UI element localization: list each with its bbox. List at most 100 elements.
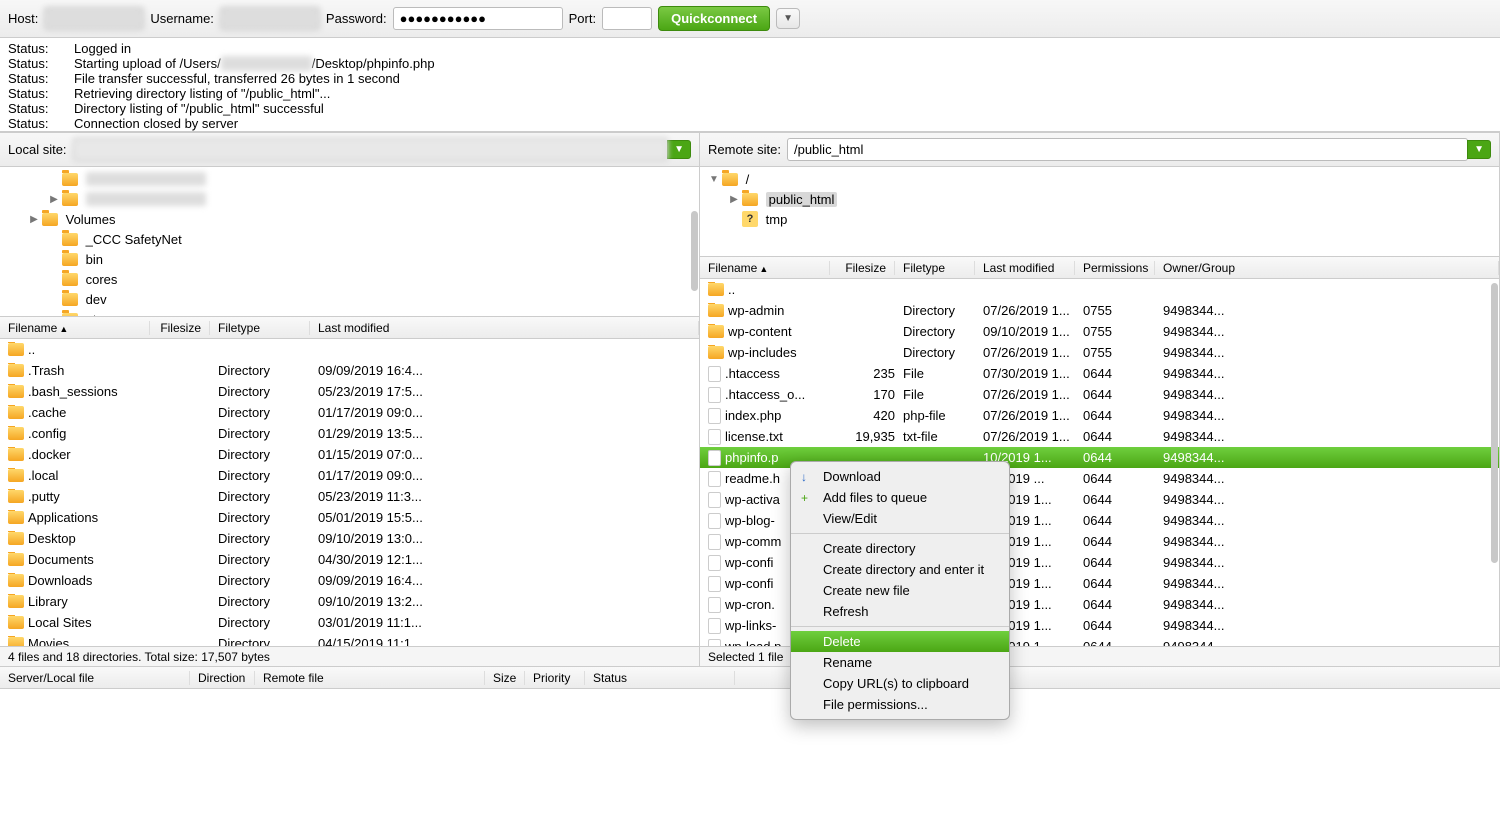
- file-owner: 9498344...: [1159, 450, 1249, 465]
- tree-item[interactable]: bin: [0, 249, 699, 269]
- file-row[interactable]: wp-contentDirectory09/10/2019 1...075594…: [700, 321, 1499, 342]
- menu-item-label: Rename: [823, 655, 872, 670]
- tree-item-label: _CCC SafetyNet: [86, 232, 182, 247]
- file-row[interactable]: index.php420php-file07/26/2019 1...06449…: [700, 405, 1499, 426]
- file-row[interactable]: DesktopDirectory09/10/2019 13:0...: [0, 528, 699, 549]
- file-row[interactable]: .TrashDirectory09/09/2019 16:4...: [0, 360, 699, 381]
- col-status[interactable]: Status: [585, 671, 735, 685]
- file-modified: 07/26/2019 1...: [979, 408, 1079, 423]
- tree-item-label: bin: [86, 252, 103, 267]
- file-row[interactable]: .dockerDirectory01/15/2019 07:0...: [0, 444, 699, 465]
- file-row[interactable]: .puttyDirectory05/23/2019 11:3...: [0, 486, 699, 507]
- log-message: Starting upload of /Users/xxxxxxxxxxxxxx…: [74, 57, 435, 72]
- disclosure-triangle[interactable]: ▶: [28, 214, 40, 225]
- context-menu-item[interactable]: Create directory and enter it: [791, 559, 1009, 580]
- col-filetype[interactable]: Filetype: [895, 261, 975, 275]
- context-menu-item[interactable]: Rename: [791, 652, 1009, 673]
- file-row[interactable]: MoviesDirectory04/15/2019 11:1...: [0, 633, 699, 646]
- tree-item[interactable]: ▼ /: [700, 169, 1499, 189]
- tree-item[interactable]: ▶: [0, 189, 699, 209]
- col-direction[interactable]: Direction: [190, 671, 255, 685]
- context-menu-item[interactable]: View/Edit: [791, 508, 1009, 529]
- file-row[interactable]: wp-adminDirectory07/26/2019 1...07559498…: [700, 300, 1499, 321]
- remote-tree[interactable]: ▼ /▶ public_html? tmp: [700, 167, 1499, 257]
- quickconnect-dropdown[interactable]: ▼: [776, 8, 800, 29]
- local-tree[interactable]: ▶ ▶ Volumes _CCC SafetyNet bin cores dev…: [0, 167, 699, 317]
- disclosure-triangle[interactable]: ▶: [48, 194, 60, 205]
- local-path-input[interactable]: [73, 138, 669, 161]
- col-filesize[interactable]: Filesize: [830, 261, 895, 275]
- col-filesize[interactable]: Filesize: [150, 321, 210, 335]
- file-row[interactable]: ..: [0, 339, 699, 360]
- message-log[interactable]: Status:Logged inStatus:Starting upload o…: [0, 38, 1500, 132]
- file-size: 420: [834, 408, 899, 423]
- disclosure-triangle[interactable]: ▶: [728, 194, 740, 205]
- file-permissions: 0755: [1079, 303, 1159, 318]
- tree-item[interactable]: [0, 169, 699, 189]
- context-menu-item[interactable]: ↓Download: [791, 466, 1009, 487]
- file-row[interactable]: ..: [700, 279, 1499, 300]
- file-row[interactable]: LibraryDirectory09/10/2019 13:2...: [0, 591, 699, 612]
- context-menu-item[interactable]: Create directory: [791, 538, 1009, 559]
- tree-item[interactable]: ? tmp: [700, 209, 1499, 229]
- file-modified: 07/26/2019 1...: [979, 429, 1079, 444]
- remote-path-dropdown[interactable]: ▼: [1467, 140, 1491, 159]
- username-input[interactable]: [220, 7, 320, 30]
- context-menu-item[interactable]: Create new file: [791, 580, 1009, 601]
- file-row[interactable]: .configDirectory01/29/2019 13:5...: [0, 423, 699, 444]
- remote-path-input[interactable]: [787, 138, 1468, 161]
- menu-item-label: Download: [823, 469, 881, 484]
- file-row[interactable]: license.txt19,935txt-file07/26/2019 1...…: [700, 426, 1499, 447]
- col-size[interactable]: Size: [485, 671, 525, 685]
- col-owner[interactable]: Owner/Group: [1155, 261, 1499, 275]
- transfer-queue[interactable]: [0, 689, 1500, 759]
- col-filetype[interactable]: Filetype: [210, 321, 310, 335]
- file-row[interactable]: DownloadsDirectory09/09/2019 16:4...: [0, 570, 699, 591]
- file-name: Local Sites: [28, 615, 92, 630]
- context-menu-item[interactable]: Copy URL(s) to clipboard: [791, 673, 1009, 694]
- file-owner: 9498344...: [1159, 492, 1249, 507]
- file-row[interactable]: wp-includesDirectory07/26/2019 1...07559…: [700, 342, 1499, 363]
- remote-list-scrollbar[interactable]: [1491, 283, 1498, 563]
- folder-icon: [708, 283, 724, 296]
- col-filename[interactable]: Filename▲: [0, 321, 150, 335]
- context-menu-item[interactable]: File permissions...: [791, 694, 1009, 715]
- col-modified[interactable]: Last modified: [310, 321, 699, 335]
- tree-item[interactable]: _CCC SafetyNet: [0, 229, 699, 249]
- context-menu-item[interactable]: Refresh: [791, 601, 1009, 622]
- col-permissions[interactable]: Permissions: [1075, 261, 1155, 275]
- context-menu-item[interactable]: Delete: [791, 631, 1009, 652]
- file-row[interactable]: .bash_sessionsDirectory05/23/2019 17:5..…: [0, 381, 699, 402]
- tree-item[interactable]: etc: [0, 309, 699, 317]
- file-row[interactable]: Local SitesDirectory03/01/2019 11:1...: [0, 612, 699, 633]
- host-input[interactable]: [44, 7, 144, 30]
- file-row[interactable]: .htaccess_o...170File07/26/2019 1...0644…: [700, 384, 1499, 405]
- quickconnect-button[interactable]: Quickconnect: [658, 6, 770, 31]
- tree-item[interactable]: dev: [0, 289, 699, 309]
- col-server[interactable]: Server/Local file: [0, 671, 190, 685]
- col-remote-file[interactable]: Remote file: [255, 671, 485, 685]
- file-size: 19,935: [834, 429, 899, 444]
- file-row[interactable]: .cacheDirectory01/17/2019 09:0...: [0, 402, 699, 423]
- file-row[interactable]: DocumentsDirectory04/30/2019 12:1...: [0, 549, 699, 570]
- file-row[interactable]: .localDirectory01/17/2019 09:0...: [0, 465, 699, 486]
- col-modified[interactable]: Last modified: [975, 261, 1075, 275]
- file-owner: 9498344...: [1159, 366, 1249, 381]
- col-priority[interactable]: Priority: [525, 671, 585, 685]
- file-name: license.txt: [725, 429, 783, 444]
- local-path-dropdown[interactable]: ▼: [667, 140, 691, 159]
- local-list-header: Filename▲ Filesize Filetype Last modifie…: [0, 317, 699, 339]
- file-icon: [708, 555, 721, 571]
- tree-item[interactable]: ▶ public_html: [700, 189, 1499, 209]
- disclosure-triangle[interactable]: ▼: [708, 174, 720, 185]
- context-menu-item[interactable]: +Add files to queue: [791, 487, 1009, 508]
- password-input[interactable]: [393, 7, 563, 30]
- col-filename[interactable]: Filename▲: [700, 261, 830, 275]
- file-row[interactable]: .htaccess235File07/30/2019 1...064494983…: [700, 363, 1499, 384]
- port-input[interactable]: [602, 7, 652, 30]
- tree-item[interactable]: cores: [0, 269, 699, 289]
- file-row[interactable]: ApplicationsDirectory05/01/2019 15:5...: [0, 507, 699, 528]
- tree-item[interactable]: ▶ Volumes: [0, 209, 699, 229]
- local-tree-scrollbar[interactable]: [691, 211, 698, 291]
- local-file-list[interactable]: ...TrashDirectory09/09/2019 16:4....bash…: [0, 339, 699, 646]
